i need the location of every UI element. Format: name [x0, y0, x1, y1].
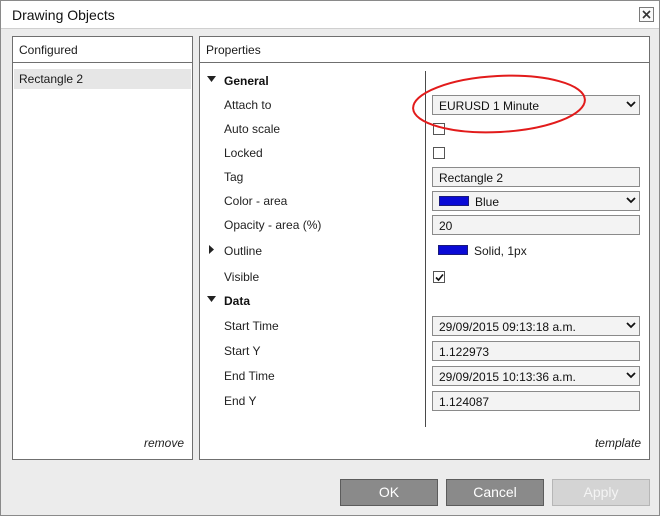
prop-start-y: Start Y 1.122973	[200, 340, 649, 362]
opacity-area-input[interactable]: 20	[432, 215, 640, 235]
outline-value: Solid, 1px	[474, 244, 527, 258]
prop-end-y: End Y 1.124087	[200, 390, 649, 412]
visible-label: Visible	[224, 270, 260, 284]
prop-locked: Locked	[200, 142, 649, 164]
auto-scale-label: Auto scale	[224, 122, 281, 136]
color-area-label: Color - area	[224, 194, 288, 208]
template-link[interactable]: template	[595, 436, 641, 450]
title-bar: Drawing Objects	[1, 1, 659, 29]
properties-title: Properties	[206, 43, 261, 57]
start-y-label: Start Y	[224, 344, 261, 358]
ok-button[interactable]: OK	[340, 479, 438, 506]
end-y-label: End Y	[224, 394, 257, 408]
section-data[interactable]: Data	[200, 290, 649, 312]
opacity-area-value: 20	[439, 219, 453, 233]
chevron-down-icon	[626, 197, 636, 204]
close-button[interactable]	[639, 7, 654, 22]
end-time-picker[interactable]: 29/09/2015 10:13:36 a.m.	[432, 366, 640, 386]
prop-opacity-area: Opacity - area (%) 20	[200, 214, 649, 236]
start-time-value: 29/09/2015 09:13:18 a.m.	[439, 320, 576, 334]
start-y-value: 1.122973	[439, 345, 490, 359]
prop-tag: Tag Rectangle 2	[200, 166, 649, 188]
collapse-triangle-icon[interactable]	[207, 296, 216, 303]
color-swatch	[439, 196, 469, 206]
configured-panel: Configured Rectangle 2 remove	[12, 36, 193, 460]
start-time-picker[interactable]: 29/09/2015 09:13:18 a.m.	[432, 316, 640, 336]
prop-start-time: Start Time 29/09/2015 09:13:18 a.m.	[200, 315, 649, 337]
attach-to-label: Attach to	[224, 98, 272, 112]
outline-swatch	[438, 245, 468, 255]
configured-title: Configured	[19, 43, 78, 57]
chevron-down-icon	[626, 101, 636, 108]
start-time-label: Start Time	[224, 319, 279, 333]
window-title: Drawing Objects	[12, 7, 115, 23]
visible-checkbox[interactable]	[433, 271, 445, 283]
start-y-input[interactable]: 1.122973	[432, 341, 640, 361]
configured-header: Configured	[13, 37, 192, 63]
tag-value: Rectangle 2	[439, 171, 504, 185]
prop-visible: Visible	[200, 266, 649, 288]
tag-input[interactable]: Rectangle 2	[432, 167, 640, 187]
color-area-value: Blue	[475, 195, 500, 209]
end-y-value: 1.124087	[439, 395, 490, 409]
collapse-triangle-icon[interactable]	[207, 76, 216, 83]
properties-header: Properties	[200, 37, 649, 63]
remove-link[interactable]: remove	[144, 436, 184, 450]
prop-end-time: End Time 29/09/2015 10:13:36 a.m.	[200, 365, 649, 387]
outline-value-display[interactable]: Solid, 1px	[432, 241, 640, 261]
end-time-value: 29/09/2015 10:13:36 a.m.	[439, 370, 576, 384]
drawing-objects-dialog: Drawing Objects Configured Rectangle 2 r…	[0, 0, 660, 516]
highlight-ellipse-annotation	[412, 74, 586, 134]
checkmark-icon	[435, 273, 444, 282]
opacity-area-label: Opacity - area (%)	[224, 218, 322, 232]
locked-label: Locked	[224, 146, 263, 160]
tag-label: Tag	[224, 170, 244, 184]
prop-outline[interactable]: Outline Solid, 1px	[200, 240, 649, 262]
end-time-label: End Time	[224, 369, 275, 383]
close-icon	[642, 10, 651, 19]
prop-color-area: Color - area Blue	[200, 190, 649, 212]
cancel-button[interactable]: Cancel	[446, 479, 544, 506]
expand-triangle-icon[interactable]	[209, 245, 215, 254]
section-general-label: General	[224, 74, 269, 88]
end-y-input[interactable]: 1.124087	[432, 391, 640, 411]
color-area-select[interactable]: Blue	[432, 191, 640, 211]
outline-label: Outline	[224, 244, 263, 258]
section-data-label: Data	[224, 294, 251, 308]
locked-checkbox[interactable]	[433, 147, 445, 159]
list-item-rectangle-2[interactable]: Rectangle 2	[14, 69, 191, 89]
chevron-down-icon	[626, 322, 636, 329]
apply-button[interactable]: Apply	[552, 479, 650, 506]
chevron-down-icon	[626, 372, 636, 379]
list-item-label: Rectangle 2	[19, 72, 84, 86]
